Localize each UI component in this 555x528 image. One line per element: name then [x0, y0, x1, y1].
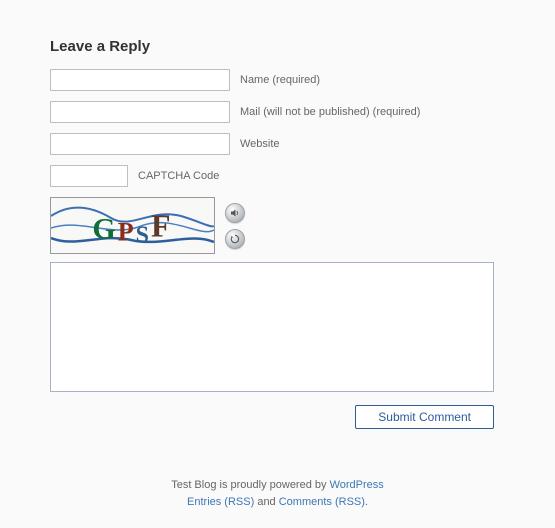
captcha-char: F	[151, 207, 173, 243]
website-row: Website	[50, 133, 505, 155]
mail-row: Mail (will not be published) (required)	[50, 101, 505, 123]
comments-rss-link[interactable]: Comments (RSS)	[279, 496, 365, 508]
captcha-char: G	[92, 212, 117, 245]
refresh-icon[interactable]	[225, 229, 245, 249]
name-input[interactable]	[50, 69, 230, 91]
audio-icon[interactable]	[225, 203, 245, 223]
captcha-char: P	[118, 217, 136, 246]
comment-textarea[interactable]	[50, 262, 494, 392]
mail-input[interactable]	[50, 101, 230, 123]
footer-text: Test Blog is proudly powered by	[171, 479, 329, 491]
captcha-code-row: CAPTCHA Code	[50, 165, 505, 187]
captcha-image: GPSF	[50, 197, 215, 254]
website-label: Website	[240, 138, 280, 150]
captcha-image-row: GPSF	[50, 197, 505, 254]
reply-form: Leave a Reply Name (required) Mail (will…	[0, 0, 555, 520]
captcha-label: CAPTCHA Code	[138, 170, 219, 182]
submit-button[interactable]: Submit Comment	[355, 405, 494, 429]
footer-suffix: .	[365, 496, 368, 508]
captcha-controls	[225, 203, 245, 249]
name-row: Name (required)	[50, 69, 505, 91]
submit-row: Submit Comment	[50, 405, 494, 429]
captcha-char: S	[136, 222, 151, 248]
form-heading: Leave a Reply	[50, 38, 505, 55]
website-input[interactable]	[50, 133, 230, 155]
mail-label: Mail (will not be published) (required)	[240, 106, 420, 118]
name-label: Name (required)	[240, 74, 320, 86]
entries-rss-link[interactable]: Entries (RSS)	[187, 496, 254, 508]
footer-and: and	[254, 496, 278, 508]
captcha-text: GPSF	[92, 207, 172, 244]
captcha-input[interactable]	[50, 165, 128, 187]
footer: Test Blog is proudly powered by WordPres…	[50, 477, 505, 510]
wordpress-link[interactable]: WordPress	[330, 479, 384, 491]
